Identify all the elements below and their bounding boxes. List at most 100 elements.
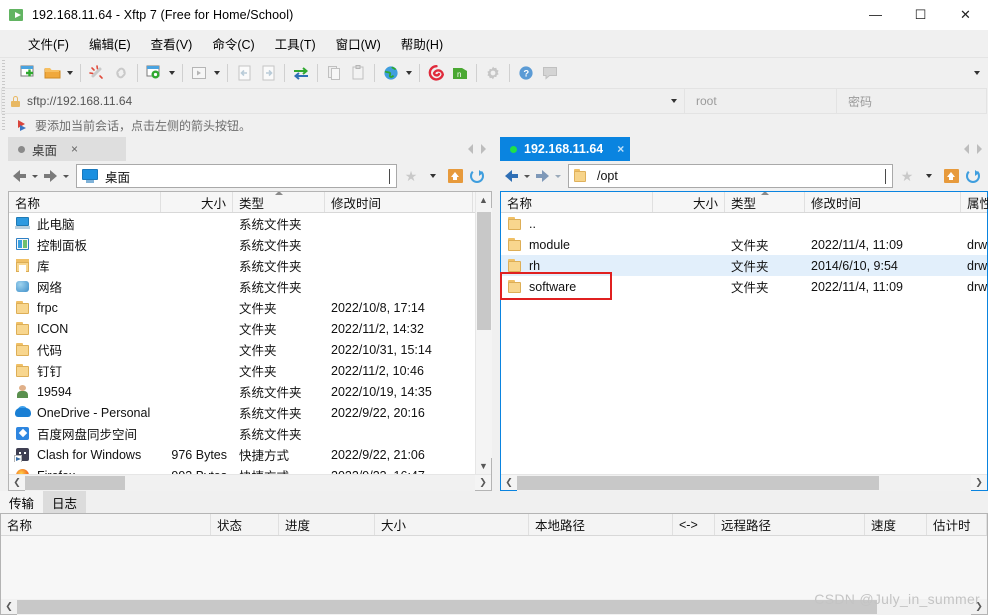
close-button[interactable]: ✕ (943, 0, 988, 30)
local-row[interactable]: 控制面板 系统文件夹 (9, 234, 475, 255)
remote-hscroll-track[interactable] (517, 474, 971, 491)
pane-splitter[interactable] (492, 136, 500, 491)
local-column-header[interactable]: 大小 (161, 192, 233, 212)
local-scroll-down-icon[interactable]: ▼ (476, 458, 492, 474)
transfer-column-header[interactable]: <-> (673, 514, 715, 535)
new-session-icon[interactable] (16, 61, 40, 85)
tab-scroll-right-icon[interactable] (481, 144, 486, 154)
tab-scroll-left-icon[interactable] (964, 144, 969, 154)
local-row[interactable]: 网络 系统文件夹 (9, 276, 475, 297)
local-hscroll-right-icon[interactable]: ❯ (475, 475, 491, 491)
remote-horizontal-scrollbar[interactable]: ❮ ❯ (501, 474, 987, 491)
remote-path-dropdown-icon[interactable] (879, 169, 886, 184)
local-column-header[interactable]: 名称 (9, 192, 161, 212)
menu-edit[interactable]: 编辑(E) (79, 30, 141, 57)
remote-tab-close-icon[interactable]: × (617, 142, 624, 156)
local-parent-folder-icon[interactable] (445, 165, 465, 187)
session-url-dropdown-icon[interactable] (671, 99, 677, 103)
menu-window[interactable]: 窗口(W) (326, 30, 391, 57)
remote-favorites-icon[interactable]: ★ (897, 165, 917, 187)
local-row[interactable]: Firefox 993 Bytes快捷方式2022/9/23, 16:47 (9, 465, 475, 474)
transfer-column-header[interactable]: 速度 (865, 514, 927, 535)
disconnect-icon[interactable] (85, 61, 109, 85)
local-back-button[interactable] (10, 165, 28, 187)
local-forward-button[interactable] (41, 165, 59, 187)
minimize-button[interactable]: — (853, 0, 898, 30)
local-horizontal-scrollbar[interactable]: ❮ ❯ (9, 474, 491, 491)
globe-icon[interactable] (379, 61, 403, 85)
remote-hscroll-thumb[interactable] (517, 475, 879, 490)
local-hscroll-left-icon[interactable]: ❮ (9, 475, 25, 491)
maximize-button[interactable]: ☐ (898, 0, 943, 30)
local-path-input[interactable]: 桌面 (76, 164, 397, 188)
remote-column-header[interactable]: 修改时间 (805, 192, 961, 212)
remote-row[interactable]: rh 文件夹 2014/6/10, 9:54 drwxr (501, 255, 987, 276)
tab-transfer[interactable]: 传输 (0, 491, 44, 513)
local-vertical-scrollbar[interactable]: ▲ ▼ (475, 192, 492, 474)
session-properties-icon[interactable] (142, 61, 166, 85)
local-row[interactable]: 19594 系统文件夹 2022/10/19, 14:35 (9, 381, 475, 402)
local-row[interactable]: 库 系统文件夹 (9, 255, 475, 276)
local-back-dropdown-icon[interactable] (28, 165, 41, 187)
transfer-column-header[interactable]: 名称 (1, 514, 211, 535)
transfer-hscroll-left-icon[interactable]: ❮ (1, 599, 17, 615)
remote-favorites-dropdown-icon[interactable] (919, 165, 939, 187)
local-refresh-icon[interactable] (467, 165, 487, 187)
username-field[interactable]: root (685, 88, 837, 114)
local-row[interactable]: 此电脑 系统文件夹 (9, 213, 475, 234)
transfer-hscroll-track[interactable] (17, 598, 971, 615)
local-row[interactable]: frpc 文件夹 2022/10/8, 17:14 (9, 297, 475, 318)
transfer-horizontal-scrollbar[interactable]: ❮ ❯ (0, 598, 988, 615)
toolbar-grip[interactable] (2, 60, 5, 130)
menu-command[interactable]: 命令(C) (202, 30, 264, 57)
remote-forward-dropdown-icon[interactable] (551, 165, 564, 187)
local-favorites-dropdown-icon[interactable] (423, 165, 443, 187)
local-row[interactable]: Clash for Windows 976 Bytes 快捷方式 2022/9/22,… (9, 444, 475, 465)
transfer-column-header[interactable]: 远程路径 (715, 514, 865, 535)
local-column-header[interactable]: 类型 (233, 192, 325, 212)
open-folder-icon[interactable] (40, 61, 64, 85)
local-hscroll-thumb[interactable] (25, 475, 125, 490)
run-dropdown[interactable] (211, 61, 223, 85)
transfer-column-header[interactable]: 大小 (375, 514, 529, 535)
remote-forward-button[interactable] (533, 165, 551, 187)
local-forward-dropdown-icon[interactable] (59, 165, 72, 187)
sync-browse-icon[interactable] (289, 61, 313, 85)
toolbar-overflow-button[interactable] (974, 58, 980, 88)
globe-dropdown[interactable] (403, 61, 415, 85)
local-row[interactable]: 代码 文件夹 2022/10/31, 15:14 (9, 339, 475, 360)
local-row[interactable]: 钉钉 文件夹 2022/11/2, 10:46 (9, 360, 475, 381)
local-favorites-icon[interactable]: ★ (401, 165, 421, 187)
local-path-dropdown-icon[interactable] (383, 169, 390, 184)
gear-icon[interactable] (481, 61, 505, 85)
local-tab-close-icon[interactable]: × (71, 142, 78, 156)
menu-tools[interactable]: 工具(T) (265, 30, 326, 57)
menu-view[interactable]: 查看(V) (141, 30, 203, 57)
paste-icon[interactable] (346, 61, 370, 85)
copy-icon[interactable] (322, 61, 346, 85)
nx-icon[interactable]: n (448, 61, 472, 85)
help-icon[interactable]: ? (514, 61, 538, 85)
local-row[interactable]: ICON 文件夹 2022/11/2, 14:32 (9, 318, 475, 339)
local-scroll-thumb[interactable] (476, 212, 491, 330)
xshell-icon[interactable] (424, 61, 448, 85)
remote-row[interactable]: .. (501, 213, 987, 234)
transfer-column-header[interactable]: 估计时 (927, 514, 987, 535)
tab-log[interactable]: 日志 (43, 491, 87, 513)
transfer-column-header[interactable]: 进度 (279, 514, 375, 535)
menu-help[interactable]: 帮助(H) (391, 30, 453, 57)
menu-file[interactable]: 文件(F) (18, 30, 79, 57)
chat-icon[interactable] (538, 61, 562, 85)
local-row[interactable]: OneDrive - Personal 系统文件夹 2022/9/22, 20:16 (9, 402, 475, 423)
remote-refresh-icon[interactable] (963, 165, 983, 187)
remote-tab[interactable]: 192.168.11.64 × (500, 137, 631, 161)
local-row[interactable]: 百度网盘同步空间 系统文件夹 (9, 423, 475, 444)
local-tab[interactable]: 桌面 × (8, 137, 126, 161)
transfer-left-icon[interactable] (232, 61, 256, 85)
tab-scroll-left-icon[interactable] (468, 144, 473, 154)
remote-parent-folder-icon[interactable] (941, 165, 961, 187)
remote-row[interactable]: software 文件夹 2022/11/4, 11:09 drwxr (501, 276, 987, 297)
remote-row[interactable]: module 文件夹 2022/11/4, 11:09 drwxr (501, 234, 987, 255)
local-scroll-track[interactable] (475, 208, 492, 458)
remote-column-header[interactable]: 名称 (501, 192, 653, 212)
